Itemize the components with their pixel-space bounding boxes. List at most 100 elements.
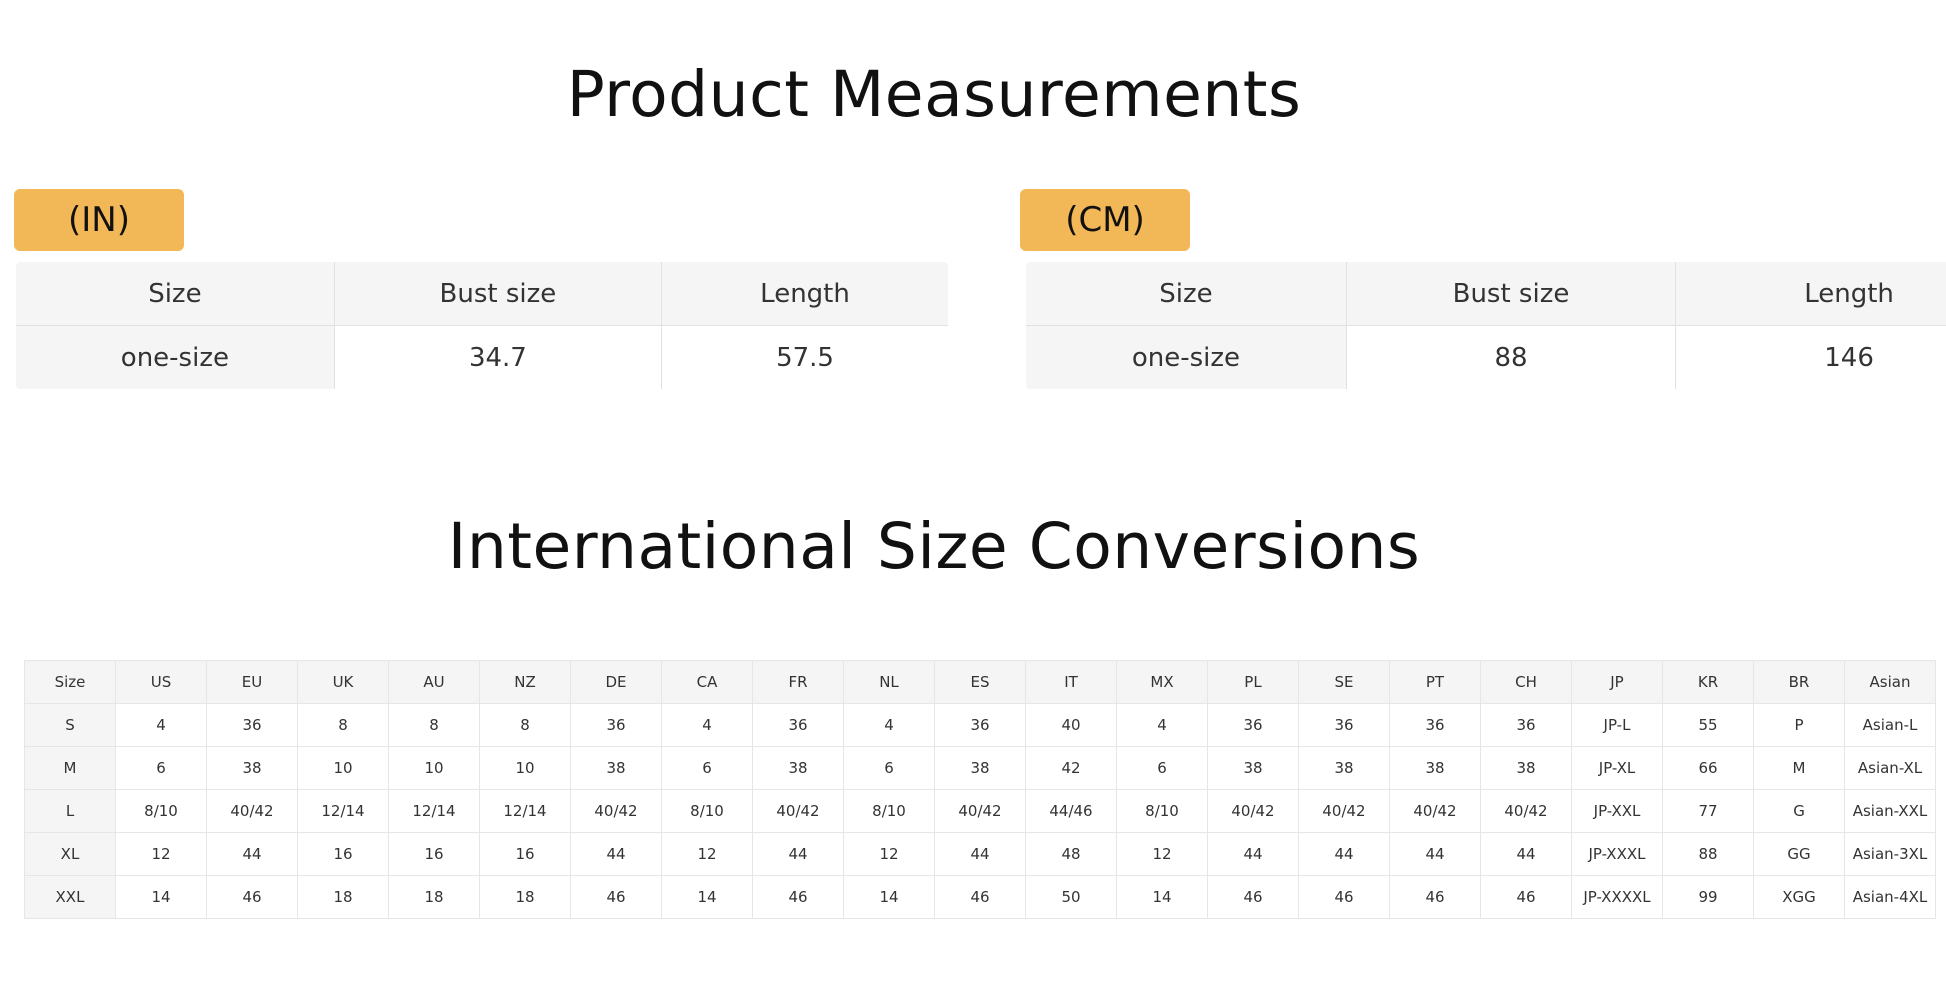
table-cell: Asian-XXL — [1844, 789, 1936, 833]
column-header: AU — [388, 660, 480, 704]
table-cell: 14 — [661, 875, 753, 919]
table-cell: 38 — [934, 746, 1026, 790]
table-cell: 38 — [206, 746, 298, 790]
column-header: EU — [206, 660, 298, 704]
measurements-table-inches: Size Bust size Length one-size 34.7 57.5 — [14, 260, 950, 391]
column-header: ES — [934, 660, 1026, 704]
column-header: PT — [1389, 660, 1481, 704]
table-cell: XGG — [1753, 875, 1845, 919]
table-cell: 46 — [1480, 875, 1572, 919]
table-cell: 8 — [388, 703, 480, 747]
table-cell: Asian-4XL — [1844, 875, 1936, 919]
table-cell: 14 — [843, 875, 935, 919]
column-header: JP — [1571, 660, 1663, 704]
column-header: DE — [570, 660, 662, 704]
table-cell: 16 — [388, 832, 480, 876]
table-cell: 12 — [843, 832, 935, 876]
table-cell: 40/42 — [1389, 789, 1481, 833]
table-cell: 12/14 — [297, 789, 389, 833]
unit-badge-centimeters: (CM) — [1020, 189, 1190, 251]
table-cell: 46 — [752, 875, 844, 919]
column-header: NZ — [479, 660, 571, 704]
table-cell: 44/46 — [1025, 789, 1117, 833]
table-cell: 8 — [297, 703, 389, 747]
table-cell: G — [1753, 789, 1845, 833]
size-cell: XL — [24, 832, 116, 876]
table-cell: 12/14 — [479, 789, 571, 833]
table-cell: 40/42 — [1298, 789, 1390, 833]
page-title: Product Measurements — [566, 58, 1302, 131]
table-cell: 36 — [570, 703, 662, 747]
table-cell: JP-XL — [1571, 746, 1663, 790]
table-cell: 38 — [1480, 746, 1572, 790]
table-cell: 18 — [479, 875, 571, 919]
table-cell: 36 — [752, 703, 844, 747]
size-cell: M — [24, 746, 116, 790]
table-cell: 16 — [297, 832, 389, 876]
table-cell: 18 — [388, 875, 480, 919]
table-cell: JP-XXXXL — [1571, 875, 1663, 919]
table-row: XXL 14 46 18 18 18 46 14 46 14 46 50 14 46 46 46 46 JP-XX… — [24, 875, 1936, 919]
table-cell: 4 — [1116, 703, 1208, 747]
column-header: BR — [1753, 660, 1845, 704]
size-cell: S — [24, 703, 116, 747]
table-cell: 40/42 — [1480, 789, 1572, 833]
measurements-table-centimeters: Size Bust size Length one-size 88 146 — [1024, 260, 1946, 391]
length-cell: 146 — [1675, 325, 1946, 389]
section-title: International Size Conversions — [447, 510, 1421, 583]
column-header: FR — [752, 660, 844, 704]
table-cell: 46 — [570, 875, 662, 919]
table-cell: JP-XXL — [1571, 789, 1663, 833]
table-cell: 16 — [479, 832, 571, 876]
table-cell: 66 — [1662, 746, 1754, 790]
unit-badge-inches: (IN) — [14, 189, 184, 251]
table-cell: 10 — [388, 746, 480, 790]
table-cell: 46 — [1207, 875, 1299, 919]
table-cell: 38 — [570, 746, 662, 790]
column-header: Size — [16, 262, 335, 326]
bust-cell: 88 — [1345, 325, 1677, 389]
table-cell: 12/14 — [388, 789, 480, 833]
column-header: UK — [297, 660, 389, 704]
table-row: one-size 34.7 57.5 — [16, 325, 948, 389]
table-cell: P — [1753, 703, 1845, 747]
column-header: Size — [1026, 262, 1347, 326]
table-row: M 6 38 10 10 10 38 6 38 6 38 42 6 38 38 38 38 JP-XL 66 M Asi… — [24, 746, 1936, 790]
table-cell: 14 — [115, 875, 207, 919]
table-cell: 4 — [115, 703, 207, 747]
table-cell: 50 — [1025, 875, 1117, 919]
table-cell: 46 — [1298, 875, 1390, 919]
column-header: Length — [1675, 262, 1946, 326]
table-cell: 36 — [1480, 703, 1572, 747]
table-cell: JP-L — [1571, 703, 1663, 747]
table-cell: 46 — [206, 875, 298, 919]
table-cell: 42 — [1025, 746, 1117, 790]
column-header: CA — [661, 660, 753, 704]
table-cell: 44 — [206, 832, 298, 876]
table-cell: M — [1753, 746, 1845, 790]
column-header: PL — [1207, 660, 1299, 704]
table-cell: 38 — [752, 746, 844, 790]
table-cell: 36 — [1298, 703, 1390, 747]
table-cell: 36 — [934, 703, 1026, 747]
column-header: IT — [1025, 660, 1117, 704]
table-cell: 38 — [1207, 746, 1299, 790]
table-cell: 40/42 — [570, 789, 662, 833]
table-cell: 6 — [661, 746, 753, 790]
table-cell: Asian-XL — [1844, 746, 1936, 790]
table-cell: 44 — [1389, 832, 1481, 876]
table-cell: 44 — [1207, 832, 1299, 876]
table-row: XL 12 44 16 16 16 44 12 44 12 44 48 12 44 44 44 44 JP-XXX… — [24, 832, 1936, 876]
size-cell: one-size — [1026, 325, 1347, 389]
table-header-row: Size Bust size Length — [16, 262, 948, 326]
table-cell: 12 — [115, 832, 207, 876]
table-cell: GG — [1753, 832, 1845, 876]
table-cell: 8 — [479, 703, 571, 747]
table-cell: 44 — [1298, 832, 1390, 876]
size-cell: one-size — [16, 325, 335, 389]
table-cell: JP-XXXL — [1571, 832, 1663, 876]
column-header: Length — [661, 262, 948, 326]
column-header: Bust size — [333, 262, 663, 326]
table-cell: 40 — [1025, 703, 1117, 747]
table-cell: 44 — [934, 832, 1026, 876]
